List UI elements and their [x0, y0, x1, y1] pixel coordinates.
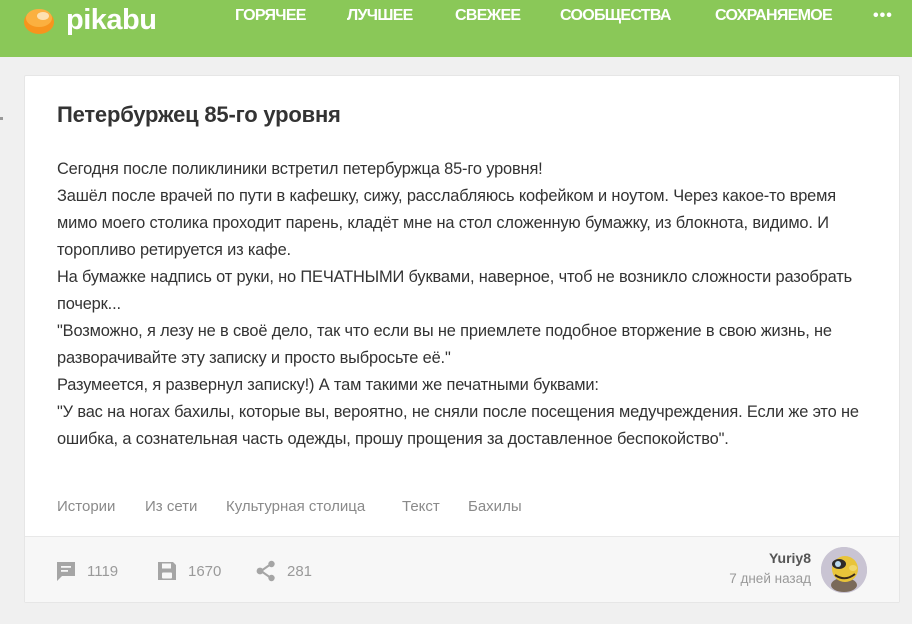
- pikabu-logo[interactable]: pikabu: [22, 0, 182, 40]
- nav-saved[interactable]: СОХРАНЯЕМОЕ: [715, 7, 833, 25]
- author-avatar[interactable]: [821, 547, 867, 593]
- comments-button[interactable]: 1119: [55, 559, 118, 583]
- tag-text[interactable]: Текст: [402, 498, 440, 515]
- author-info: Yuriy8 7 дней назад: [729, 550, 811, 586]
- share-icon: [256, 560, 275, 582]
- avatar-image: [821, 547, 867, 593]
- story-paragraph: Зашёл после врачей по пути в кафешку, си…: [57, 187, 836, 259]
- story-footer: 1119 1670 281 Yuriy8 7 дней назад: [25, 536, 899, 602]
- story-body: Сегодня после поликлиники встретил петер…: [57, 156, 867, 453]
- comments-count: 1119: [87, 562, 119, 580]
- author-name[interactable]: Yuriy8: [729, 550, 811, 566]
- post-time: 7 дней назад: [729, 571, 811, 586]
- saves-count: 1670: [188, 562, 222, 580]
- top-navigation-bar: pikabu ГОРЯЧЕЕ ЛУЧШЕЕ СВЕЖЕЕ СООБЩЕСТВА …: [0, 0, 912, 57]
- save-icon: [158, 562, 176, 580]
- story-title[interactable]: Петербуржец 85-го уровня: [57, 102, 341, 128]
- nav-communities[interactable]: СООБЩЕСТВА: [560, 7, 671, 25]
- story-paragraph: Разумеется, я развернул записку!) А там …: [57, 376, 599, 394]
- pikabu-logo-icon: [24, 9, 54, 34]
- story-paragraph: На бумажке надпись от руки, но ПЕЧАТНЫМИ…: [57, 268, 852, 313]
- nav-best[interactable]: ЛУЧШЕЕ: [347, 7, 413, 25]
- story-card: Петербуржец 85-го уровня Сегодня после п…: [24, 75, 900, 603]
- nav-fresh[interactable]: СВЕЖЕЕ: [455, 7, 521, 25]
- story-paragraph: "У вас на ногах бахилы, которые вы, веро…: [57, 403, 859, 448]
- nav-hot[interactable]: ГОРЯЧЕЕ: [235, 7, 306, 25]
- story-paragraph: "Возможно, я лезу не в своё дело, так чт…: [57, 322, 832, 367]
- side-marker: [0, 117, 3, 120]
- tag-cultural-capital[interactable]: Культурная столица: [226, 498, 365, 515]
- save-button[interactable]: 1670: [156, 559, 221, 583]
- shares-count: 281: [287, 562, 313, 580]
- tag-shoe-covers[interactable]: Бахилы: [468, 498, 522, 515]
- share-button[interactable]: 281: [255, 559, 312, 583]
- comment-icon: [57, 562, 75, 581]
- tag-stories[interactable]: Истории: [57, 498, 115, 515]
- more-menu-icon[interactable]: •••: [873, 7, 893, 25]
- story-paragraph: Сегодня после поликлиники встретил петер…: [57, 160, 543, 178]
- logo-text: pikabu: [66, 3, 157, 36]
- tag-from-web[interactable]: Из сети: [145, 498, 197, 515]
